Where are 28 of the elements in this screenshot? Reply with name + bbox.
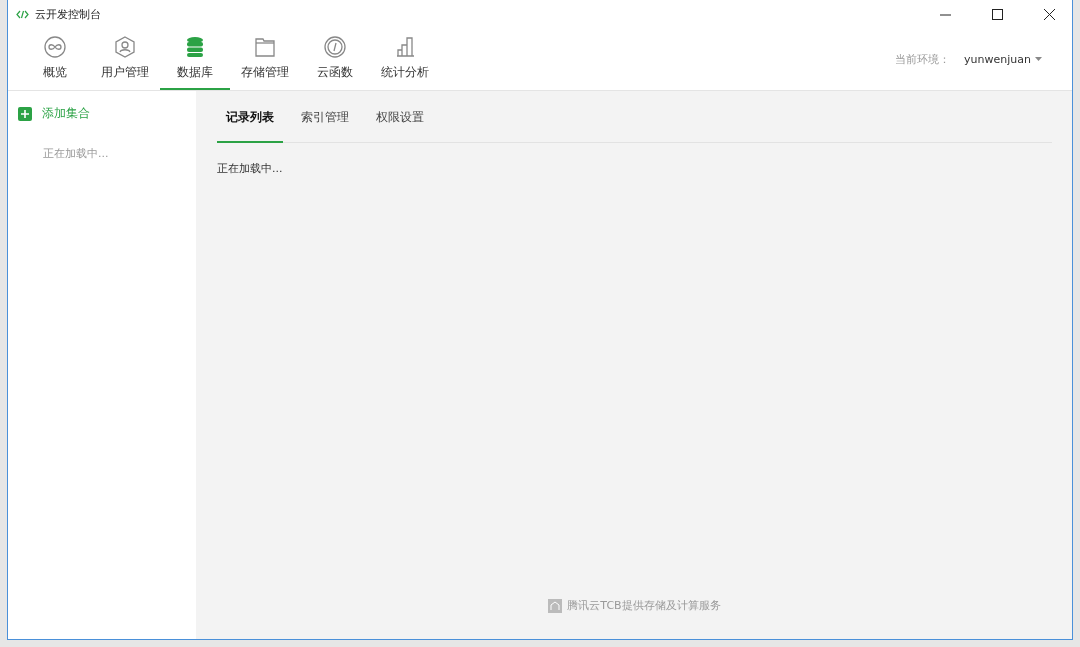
- environment-dropdown[interactable]: yunwenjuan: [964, 52, 1042, 66]
- user-icon: [114, 36, 136, 58]
- code-icon: [324, 36, 346, 58]
- infinity-icon: [44, 36, 66, 58]
- nav-tab[interactable]: 云函数: [300, 28, 370, 90]
- add-collection-button[interactable]: 添加集合: [18, 105, 186, 122]
- folder-icon: [254, 36, 276, 58]
- nav-tab[interactable]: 统计分析: [370, 28, 440, 90]
- tab[interactable]: 权限设置: [367, 91, 433, 143]
- nav-tab[interactable]: 用户管理: [90, 28, 160, 90]
- close-icon: [1043, 8, 1055, 20]
- nav-tab[interactable]: 数据库: [160, 28, 230, 90]
- maximize-icon: [991, 8, 1003, 20]
- footer-text: 腾讯云TCB提供存储及计算服务: [567, 598, 721, 613]
- nav-tab[interactable]: 概览: [20, 28, 90, 90]
- database-icon: [184, 36, 206, 58]
- cloud-logo-icon: [548, 598, 563, 613]
- plus-icon: [18, 106, 32, 121]
- bar-chart-icon: [394, 36, 416, 58]
- environment-label: 当前环境：: [895, 51, 951, 67]
- code-logo-icon: [16, 9, 29, 19]
- tab[interactable]: 记录列表: [217, 91, 283, 143]
- loading-text: 正在加载中...: [217, 161, 283, 176]
- nav-tab[interactable]: 存储管理: [230, 28, 300, 90]
- tab[interactable]: 索引管理: [292, 91, 358, 143]
- loading-text: 正在加载中...: [42, 146, 110, 161]
- caret-icon: [1035, 57, 1042, 61]
- window-title: 云开发控制台: [35, 6, 102, 22]
